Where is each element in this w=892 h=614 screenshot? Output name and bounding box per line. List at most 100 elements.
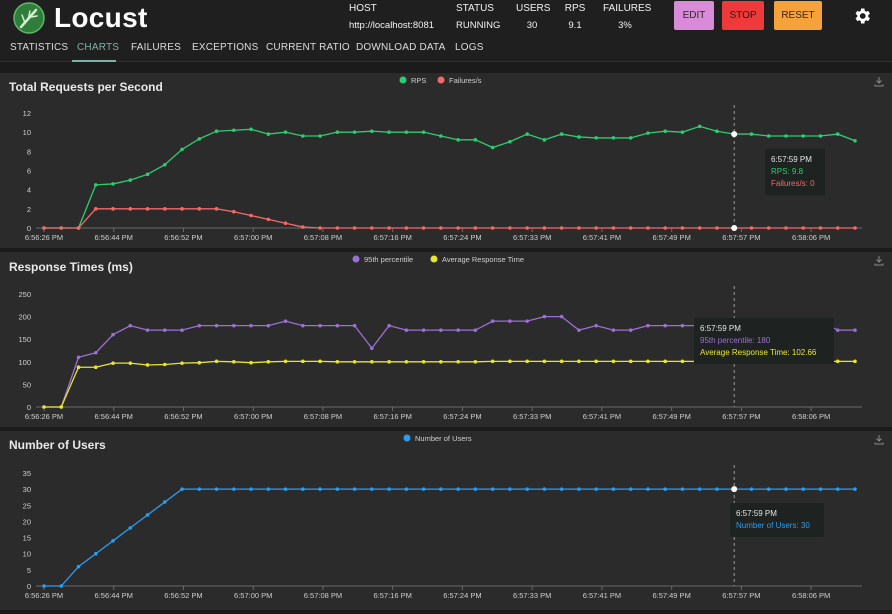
tab-charts[interactable]: CHARTS <box>77 42 119 53</box>
legend-label-number-of-users: Number of Users <box>415 434 472 443</box>
data-point-number-of-users <box>404 487 409 491</box>
data-point-rps <box>197 137 202 141</box>
data-point-number-of-users <box>508 487 512 491</box>
data-point-95th-percentile <box>525 319 529 323</box>
tooltip-line: Average Response Time: 102.66 <box>700 348 817 357</box>
status-value: RUNNING <box>456 20 501 31</box>
data-point-95th-percentile <box>301 323 305 328</box>
tooltip-time: 6:57:59 PM <box>736 509 777 518</box>
data-point-failures-s <box>180 207 184 211</box>
x-tick-label: 6:56:26 PM <box>25 412 63 421</box>
status-label: STATUS <box>456 3 494 14</box>
data-point-rps <box>525 132 529 136</box>
data-point-95th-percentile <box>162 328 167 332</box>
y-tick-label: 100 <box>18 358 31 367</box>
data-point-number-of-users <box>818 487 823 491</box>
x-tick-label: 6:57:08 PM <box>304 233 342 242</box>
x-tick-label: 6:57:57 PM <box>722 591 760 600</box>
tab-statistics[interactable]: STATISTICS <box>10 42 68 53</box>
download-icon[interactable] <box>874 435 884 445</box>
data-point-failures-s <box>646 226 650 230</box>
data-point-number-of-users <box>76 564 81 569</box>
data-point-95th-percentile <box>145 328 150 332</box>
data-point-rps <box>628 136 633 140</box>
top-bar: Locust HOST http://localhost:8081 STATUS… <box>0 0 892 36</box>
data-point-95th-percentile <box>232 323 236 328</box>
response-times-chart-panel: Response Times (ms) 0 50 100 150 200 250 6:56:… <box>0 252 892 427</box>
data-point-rps <box>162 162 167 167</box>
tab-logs[interactable]: LOGS <box>455 42 484 53</box>
data-point-number-of-users <box>611 487 616 491</box>
data-point-failures-s <box>283 221 288 226</box>
data-point-95th-percentile <box>646 323 650 328</box>
data-point-number-of-users <box>162 500 167 504</box>
data-point-rps <box>853 138 857 143</box>
data-point-rps <box>766 134 771 138</box>
data-point-failures-s <box>508 226 512 230</box>
host-stat: HOST http://localhost:8081 <box>349 3 434 32</box>
data-point-rps <box>749 132 754 136</box>
rps-label: RPS <box>564 3 586 14</box>
edit-button[interactable]: EDIT <box>674 1 714 30</box>
x-tick-label: 6:57:41 PM <box>583 233 621 242</box>
tab-current-ratio[interactable]: CURRENT RATIO <box>266 42 350 53</box>
x-tick-label: 6:57:41 PM <box>583 591 621 600</box>
data-point-average-response-time <box>508 359 512 364</box>
data-point-rps <box>559 132 564 136</box>
y-tick-label: 0 <box>27 224 31 233</box>
data-point-95th-percentile <box>594 323 598 328</box>
x-tick-label: 6:56:44 PM <box>95 412 133 421</box>
y-tick-label: 20 <box>23 517 31 526</box>
data-point-failures-s <box>697 226 702 230</box>
chart-tooltip: 6:57:59 PM RPS: 9.8 Failures/s: 0 <box>765 149 825 195</box>
tab-download-data[interactable]: DOWNLOAD DATA <box>356 42 445 53</box>
x-tick-label: 6:57:16 PM <box>374 591 412 600</box>
x-tick-label: 6:57:24 PM <box>443 591 481 600</box>
legend-label-rps: RPS <box>411 76 426 85</box>
users-value: 30 <box>526 20 538 31</box>
data-point-failures-s <box>784 226 788 230</box>
data-point-number-of-users <box>197 487 202 491</box>
tab-exceptions[interactable]: EXCEPTIONS <box>192 42 258 53</box>
reset-button[interactable]: RESET <box>774 1 822 30</box>
users-chart: 0 5 10 15 20 25 30 35 6:56:26 PM 6:56:44 PM 6:56:5… <box>23 434 884 600</box>
data-point-average-response-time <box>404 360 409 364</box>
data-point-failures-s <box>456 226 460 230</box>
data-point-95th-percentile <box>214 323 219 328</box>
data-point-number-of-users <box>370 487 374 491</box>
data-point-number-of-users <box>525 487 529 491</box>
tooltip-time: 6:57:59 PM <box>700 324 741 333</box>
data-point-rps <box>128 178 133 182</box>
data-point-rps <box>352 130 357 134</box>
data-point-number-of-users <box>697 487 702 491</box>
data-point-number-of-users <box>801 487 806 491</box>
data-point-failures-s <box>559 226 564 230</box>
download-icon[interactable] <box>874 77 884 87</box>
data-point-failures-s <box>214 207 219 211</box>
data-point-rps <box>180 147 184 152</box>
data-point-95th-percentile <box>249 323 253 328</box>
stop-button[interactable]: STOP <box>722 1 764 30</box>
data-point-failures-s <box>76 226 81 230</box>
x-tick-label: 6:57:08 PM <box>304 591 342 600</box>
data-point-average-response-time <box>76 365 81 370</box>
chart-tooltip: 6:57:59 PM 95th percentile: 180 Average Re… <box>694 318 834 364</box>
data-point-failures-s <box>197 207 202 211</box>
x-tick-label: 6:57:49 PM <box>652 591 690 600</box>
download-icon[interactable] <box>874 256 884 266</box>
data-point-failures-s <box>266 217 271 222</box>
x-tick-label: 6:57:24 PM <box>443 233 481 242</box>
data-point-rps <box>577 135 581 139</box>
data-point-number-of-users <box>59 584 64 588</box>
tab-failures[interactable]: FAILURES <box>131 42 181 53</box>
data-point-average-response-time <box>456 360 460 364</box>
data-point-rps <box>93 183 98 187</box>
data-point-rps <box>439 134 443 138</box>
legend-marker-rps <box>399 76 407 84</box>
data-point-95th-percentile <box>404 328 409 332</box>
data-point-average-response-time <box>490 359 495 364</box>
settings-gear-icon[interactable] <box>852 6 872 26</box>
app-name: Locust <box>54 2 148 33</box>
download-icon-glyph <box>874 435 884 445</box>
data-point-number-of-users <box>490 487 495 491</box>
